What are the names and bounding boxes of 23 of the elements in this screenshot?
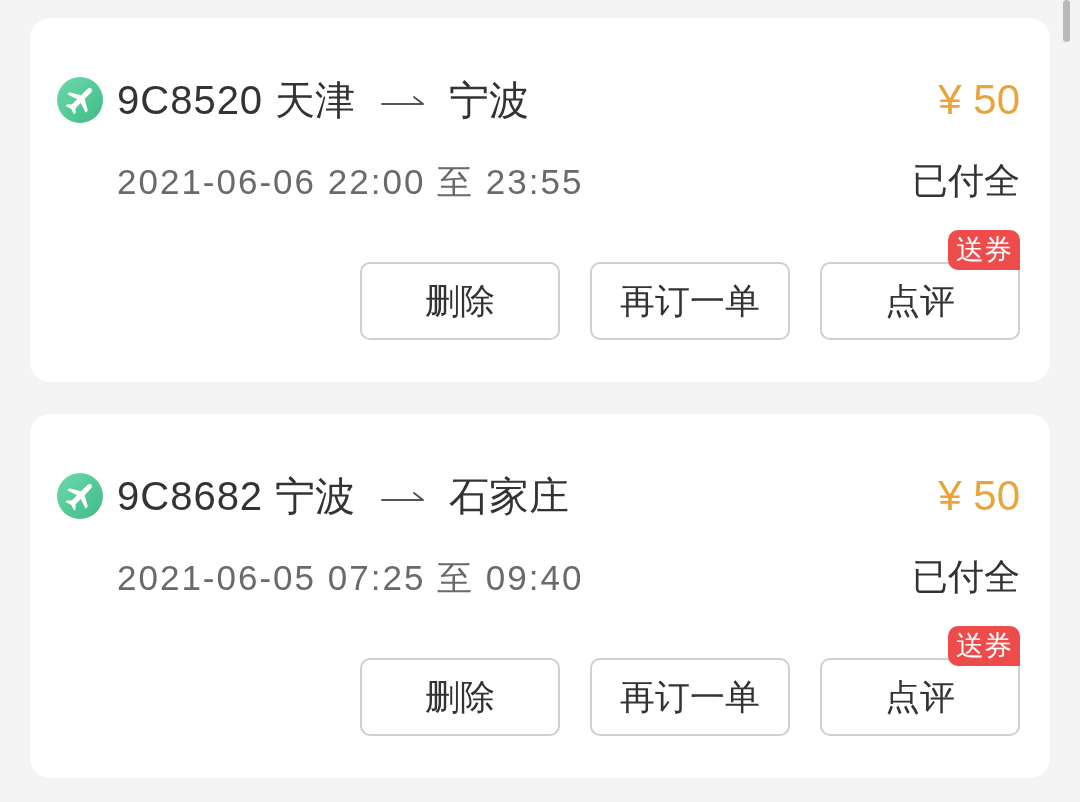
flight-number: 9C8520 xyxy=(117,80,264,120)
coupon-tag: 送券 xyxy=(948,230,1020,270)
rebook-button[interactable]: 再订一单 xyxy=(590,658,790,736)
origin-city: 宁波 xyxy=(275,476,356,516)
payment-status: 已付全 xyxy=(912,559,1020,595)
delete-button[interactable]: 删除 xyxy=(360,262,560,340)
rebook-button[interactable]: 再订一单 xyxy=(590,262,790,340)
flight-time: 2021-06-06 22:00 至 23:55 xyxy=(117,163,584,199)
coupon-tag: 送券 xyxy=(948,626,1020,666)
review-button[interactable]: 点评 xyxy=(820,658,1020,736)
price: ¥ 50 xyxy=(938,475,1020,517)
flight-time: 2021-06-05 07:25 至 09:40 xyxy=(117,559,584,595)
destination-city: 石家庄 xyxy=(449,476,570,516)
destination-city: 宁波 xyxy=(449,80,530,120)
origin-city: 天津 xyxy=(275,80,356,120)
payment-status: 已付全 xyxy=(912,163,1020,199)
price: ¥ 50 xyxy=(938,79,1020,121)
delete-button[interactable]: 删除 xyxy=(360,658,560,736)
scroll-bar xyxy=(1063,0,1070,42)
airplane-icon xyxy=(57,77,103,123)
review-button[interactable]: 点评 xyxy=(820,262,1020,340)
airplane-icon xyxy=(57,473,103,519)
flight-number: 9C8682 xyxy=(117,476,264,516)
